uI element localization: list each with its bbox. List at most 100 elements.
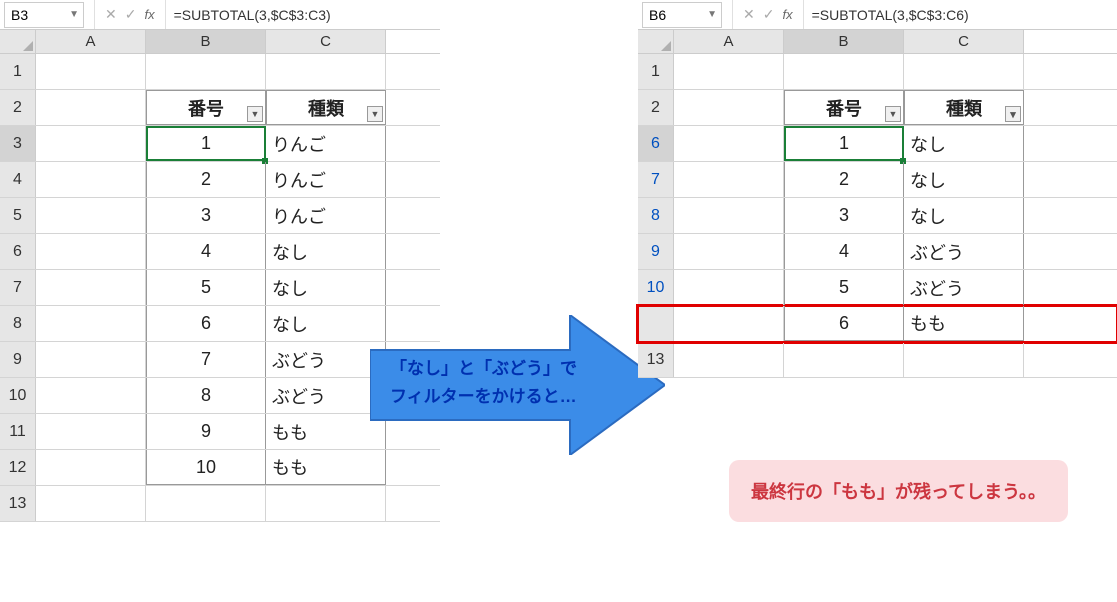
- cell[interactable]: [674, 198, 784, 233]
- row-header[interactable]: 10: [638, 270, 674, 305]
- cell-type[interactable]: もも: [266, 414, 386, 449]
- cell[interactable]: [674, 90, 784, 125]
- cell-num[interactable]: 3: [146, 198, 266, 233]
- cell[interactable]: [36, 270, 146, 305]
- cell-type[interactable]: りんご: [266, 198, 386, 233]
- cell[interactable]: [674, 234, 784, 269]
- cell[interactable]: [36, 162, 146, 197]
- header-num[interactable]: 番号 ▼: [784, 90, 904, 125]
- row-header[interactable]: 5: [0, 198, 36, 233]
- name-box[interactable]: B6 ▼: [642, 2, 722, 28]
- name-box[interactable]: B3 ▼: [4, 2, 84, 28]
- cell[interactable]: [674, 162, 784, 197]
- cell-num[interactable]: 10: [146, 450, 266, 485]
- row-header[interactable]: 1: [0, 54, 36, 89]
- row-header[interactable]: 3: [0, 126, 36, 161]
- cell-num[interactable]: 1: [784, 126, 904, 161]
- cell-num[interactable]: 1: [146, 126, 266, 161]
- filter-dropdown-icon[interactable]: ▼: [367, 106, 383, 122]
- row-header[interactable]: 10: [0, 378, 36, 413]
- cell[interactable]: [784, 343, 904, 377]
- cancel-icon[interactable]: ✕: [743, 6, 755, 23]
- row-header[interactable]: 13: [638, 343, 674, 377]
- header-type[interactable]: 種類 ▼: [266, 90, 386, 125]
- cell[interactable]: [674, 54, 784, 89]
- row-header[interactable]: 1: [638, 54, 674, 89]
- cell-type[interactable]: ぶどう: [904, 270, 1024, 305]
- row-header[interactable]: 8: [638, 198, 674, 233]
- header-num[interactable]: 番号 ▼: [146, 90, 266, 125]
- row-header[interactable]: 7: [0, 270, 36, 305]
- cell-num[interactable]: 2: [784, 162, 904, 197]
- row-header[interactable]: 7: [638, 162, 674, 197]
- cell-num[interactable]: 4: [146, 234, 266, 269]
- col-header-b[interactable]: B: [146, 30, 266, 53]
- cell[interactable]: [784, 54, 904, 89]
- fx-icon[interactable]: fx: [144, 7, 154, 22]
- cell-type[interactable]: なし: [266, 306, 386, 341]
- row-header[interactable]: 8: [0, 306, 36, 341]
- row-header[interactable]: 12: [0, 450, 36, 485]
- cell-num[interactable]: 6: [146, 306, 266, 341]
- cell-type[interactable]: なし: [904, 162, 1024, 197]
- cell-num[interactable]: 3: [784, 198, 904, 233]
- select-all-corner[interactable]: [638, 30, 674, 53]
- cell-type[interactable]: りんご: [266, 126, 386, 161]
- cell[interactable]: [266, 486, 386, 521]
- row-header[interactable]: 2: [638, 90, 674, 125]
- cell[interactable]: [36, 54, 146, 89]
- header-type[interactable]: 種類 ▾: [904, 90, 1024, 125]
- cell-type[interactable]: ぶどう: [266, 342, 386, 377]
- filter-dropdown-icon[interactable]: ▼: [885, 106, 901, 122]
- row-header[interactable]: 13: [0, 486, 36, 521]
- cell[interactable]: [36, 306, 146, 341]
- cell[interactable]: [36, 90, 146, 125]
- row-header[interactable]: 9: [0, 342, 36, 377]
- cell[interactable]: [36, 450, 146, 485]
- cell-num[interactable]: 5: [146, 270, 266, 305]
- cell[interactable]: [266, 54, 386, 89]
- col-header-c[interactable]: C: [266, 30, 386, 53]
- cell[interactable]: [36, 414, 146, 449]
- cell[interactable]: [674, 126, 784, 161]
- dropdown-icon[interactable]: ▼: [707, 9, 717, 20]
- row-header[interactable]: 6: [0, 234, 36, 269]
- cell[interactable]: [674, 343, 784, 377]
- accept-icon[interactable]: ✓: [763, 6, 775, 23]
- cell-num[interactable]: 6: [784, 306, 904, 341]
- cell-type[interactable]: なし: [904, 126, 1024, 161]
- cell-num[interactable]: 7: [146, 342, 266, 377]
- formula-input[interactable]: =SUBTOTAL(3,$C$3:C3): [166, 7, 331, 23]
- col-header-c[interactable]: C: [904, 30, 1024, 53]
- cell-num[interactable]: 5: [784, 270, 904, 305]
- row-header[interactable]: 9: [638, 234, 674, 269]
- row-header[interactable]: 2: [0, 90, 36, 125]
- row-header[interactable]: 6: [638, 126, 674, 161]
- col-header-a[interactable]: A: [36, 30, 146, 53]
- cell[interactable]: [36, 126, 146, 161]
- cell[interactable]: [904, 343, 1024, 377]
- row-header[interactable]: [638, 306, 674, 341]
- cell-num[interactable]: 4: [784, 234, 904, 269]
- cell-type[interactable]: もも: [266, 450, 386, 485]
- fx-icon[interactable]: fx: [782, 7, 792, 22]
- cell[interactable]: [36, 378, 146, 413]
- cancel-icon[interactable]: ✕: [105, 6, 117, 23]
- cell[interactable]: [36, 486, 146, 521]
- cell[interactable]: [674, 270, 784, 305]
- row-header[interactable]: 11: [0, 414, 36, 449]
- cell[interactable]: [146, 54, 266, 89]
- filter-active-icon[interactable]: ▾: [1005, 106, 1021, 122]
- cell-type[interactable]: ぶどう: [266, 378, 386, 413]
- cell-type[interactable]: ぶどう: [904, 234, 1024, 269]
- cell[interactable]: [36, 198, 146, 233]
- cell-type[interactable]: なし: [266, 234, 386, 269]
- accept-icon[interactable]: ✓: [125, 6, 137, 23]
- formula-input[interactable]: =SUBTOTAL(3,$C$3:C6): [804, 7, 969, 23]
- select-all-corner[interactable]: [0, 30, 36, 53]
- cell[interactable]: [36, 234, 146, 269]
- cell[interactable]: [674, 306, 784, 341]
- cell-num[interactable]: 2: [146, 162, 266, 197]
- col-header-b[interactable]: B: [784, 30, 904, 53]
- dropdown-icon[interactable]: ▼: [69, 9, 79, 20]
